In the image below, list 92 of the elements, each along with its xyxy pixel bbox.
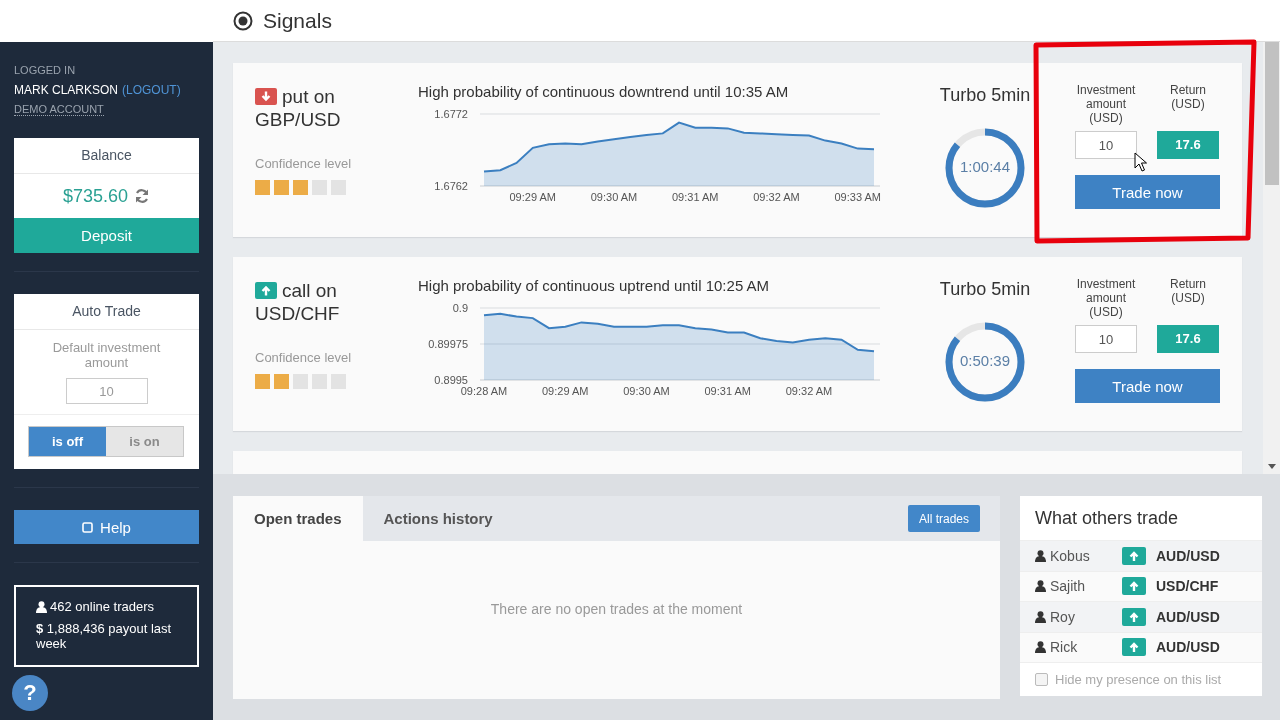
confidence-label: Confidence level bbox=[255, 350, 353, 365]
confidence-square bbox=[274, 180, 289, 195]
axis-label: 09:31 AM bbox=[672, 191, 719, 203]
help-button[interactable]: Help bbox=[14, 510, 199, 544]
trader-name: Roy bbox=[1050, 608, 1075, 625]
direction-icon bbox=[1122, 607, 1146, 626]
forecast-text: High probability of continuous uptrend until 10:25 AM bbox=[418, 277, 771, 294]
payout-text: $ 1,888,436 payout last week bbox=[36, 621, 173, 651]
signal-title: put on bbox=[282, 85, 335, 108]
trade-now-button[interactable]: Trade now bbox=[1075, 175, 1220, 209]
axis-label: 09:30 AM bbox=[623, 385, 670, 397]
user-name: MARK CLARKSON bbox=[14, 83, 119, 97]
investment-field[interactable]: 10 bbox=[1075, 325, 1137, 353]
return-label: Return (USD) bbox=[1169, 83, 1207, 111]
currency-pair: AUD/USD bbox=[1156, 639, 1220, 656]
direction-icon bbox=[1122, 638, 1146, 657]
axis-label: 09:28 AM bbox=[460, 385, 508, 397]
user-icon bbox=[1035, 549, 1046, 562]
return-value: 17.6 bbox=[1157, 131, 1219, 159]
confidence-square bbox=[293, 180, 308, 195]
currency-pair: USD/CHF bbox=[255, 302, 340, 325]
axis-label: 0.9 bbox=[452, 302, 468, 314]
trades-tab[interactable]: Open trades bbox=[233, 496, 363, 541]
square-icon bbox=[82, 521, 94, 533]
page-title: Signals bbox=[263, 8, 332, 33]
confidence-square bbox=[255, 374, 270, 389]
currency-pair: GBP/USD bbox=[255, 108, 341, 131]
investment-label: Investment amount (USD) bbox=[1075, 277, 1137, 319]
return-value: 17.6 bbox=[1157, 325, 1219, 353]
confidence-label: Confidence level bbox=[255, 156, 353, 171]
cursor-icon bbox=[1134, 152, 1147, 172]
target-icon bbox=[233, 10, 253, 31]
logged-in-label: LOGGED IN bbox=[14, 64, 77, 76]
countdown-timer: 0:50:39 bbox=[958, 352, 1011, 369]
expiry-label: Turbo 5min bbox=[939, 85, 1031, 106]
trader-name: Rick bbox=[1050, 639, 1078, 656]
user-icon bbox=[36, 600, 47, 613]
axis-label: 09:33 AM bbox=[834, 191, 881, 203]
toggle-option[interactable]: is on bbox=[106, 427, 183, 456]
trader-name: Kobus bbox=[1050, 547, 1090, 564]
logout-link[interactable]: (LOGOUT) bbox=[122, 83, 181, 97]
scroll-down-icon[interactable] bbox=[1267, 464, 1276, 469]
balance-amount: $735.60 bbox=[62, 185, 129, 207]
scrollbar[interactable] bbox=[1263, 42, 1280, 474]
signal-title: call on bbox=[282, 279, 337, 302]
all-trades-button[interactable]: All trades bbox=[907, 505, 980, 532]
axis-label: 09:32 AM bbox=[753, 191, 800, 203]
investment-field[interactable]: 10 bbox=[1075, 131, 1137, 159]
trader-name: Sajith bbox=[1050, 578, 1086, 595]
refresh-icon[interactable] bbox=[134, 188, 151, 204]
trades-tab[interactable]: Actions history bbox=[362, 496, 514, 541]
others-title: What others trade bbox=[1034, 507, 1180, 530]
default-investment-label: Default investment amount bbox=[51, 340, 162, 370]
online-traders: 462 online traders bbox=[50, 599, 155, 614]
direction-icon bbox=[1122, 577, 1146, 596]
hide-presence-label: Hide my presence on this list bbox=[1055, 672, 1222, 687]
currency-pair: AUD/USD bbox=[1156, 547, 1220, 564]
confidence-square bbox=[274, 374, 289, 389]
axis-label: 09:29 AM bbox=[509, 191, 556, 203]
axis-label: 1.6772 bbox=[434, 108, 468, 120]
default-investment-field[interactable]: 10 bbox=[65, 378, 148, 404]
currency-pair: USD/CHF bbox=[1156, 578, 1219, 595]
arrow-down-icon bbox=[255, 88, 277, 105]
axis-label: 0.8995 bbox=[434, 374, 468, 386]
axis-label: 1.6762 bbox=[434, 180, 468, 192]
countdown-timer: 1:00:44 bbox=[958, 158, 1011, 175]
return-label: Return (USD) bbox=[1169, 277, 1207, 305]
expiry-label: Turbo 5min bbox=[939, 279, 1031, 300]
trade-now-button[interactable]: Trade now bbox=[1075, 369, 1220, 403]
empty-message: There are no open trades at the moment bbox=[490, 601, 743, 619]
direction-icon bbox=[1122, 546, 1146, 565]
auto-trade-title: Auto Trade bbox=[14, 294, 199, 330]
axis-label: 09:30 AM bbox=[590, 191, 638, 203]
axis-label: 09:32 AM bbox=[785, 385, 833, 397]
forecast-text: High probability of continuous downtrend until 10:35 AM bbox=[418, 83, 790, 100]
arrow-up-icon bbox=[255, 282, 277, 299]
scrollbar-thumb[interactable] bbox=[1264, 42, 1279, 185]
user-icon bbox=[1035, 580, 1046, 593]
axis-label: 09:31 AM bbox=[704, 385, 751, 397]
toggle-option[interactable]: is off bbox=[29, 427, 106, 456]
account-type-link[interactable]: DEMO ACCOUNT bbox=[14, 103, 104, 116]
investment-label: Investment amount (USD) bbox=[1075, 83, 1137, 125]
currency-pair: AUD/USD bbox=[1156, 608, 1220, 625]
balance-title: Balance bbox=[14, 138, 199, 174]
user-icon bbox=[1035, 641, 1046, 654]
deposit-button[interactable]: Deposit bbox=[14, 218, 199, 253]
axis-label: 09:29 AM bbox=[542, 385, 589, 397]
checkbox[interactable] bbox=[1035, 673, 1048, 686]
axis-label: 0.89975 bbox=[428, 338, 468, 350]
help-bubble[interactable]: ? bbox=[12, 675, 48, 711]
confidence-square bbox=[255, 180, 270, 195]
user-icon bbox=[1035, 610, 1046, 623]
